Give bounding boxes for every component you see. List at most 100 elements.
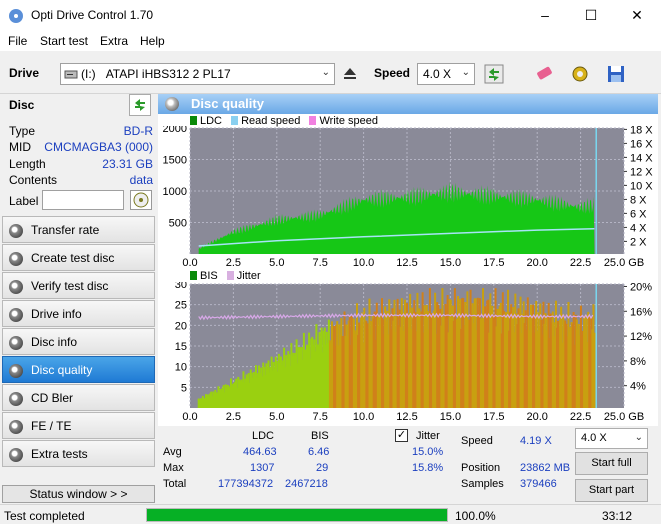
drive-value: ATAPI iHBS312 2 PL17 <box>105 67 231 81</box>
disc-icon <box>9 252 23 266</box>
y-tick-label: 15 <box>175 341 187 353</box>
legend-jitter: Jitter <box>236 270 261 282</box>
panel-header: Disc quality <box>158 94 658 114</box>
ldc-chart: 0.0 2.5 5.0 7.5 10.0 12.5 15.0 17.5 20.0 22.5 25.0… <box>163 126 654 266</box>
speed-select[interactable]: 4.0 X ⌄ <box>417 63 475 85</box>
bis-legend: BIS Jitter <box>190 270 261 282</box>
y-tick-label: 20 <box>175 320 187 332</box>
status-window-button[interactable]: Status window > > <box>2 485 155 503</box>
status-time: 33:12 <box>602 509 633 523</box>
nav-extra-tests[interactable]: Extra tests <box>2 440 155 467</box>
speed-value: 4.0 X <box>423 67 452 81</box>
max-bis: 29 <box>316 462 329 474</box>
disc-icon <box>9 420 23 434</box>
menu-bar: File Start test Extra Help <box>0 31 661 51</box>
drive-select[interactable]: (I:) ATAPI iHBS312 2 PL17 ⌄ <box>60 63 335 85</box>
disc-row-length: Length 23.31 GB <box>9 157 153 171</box>
disc-refresh-button[interactable] <box>129 94 151 116</box>
x-tick-label: 7.5 <box>313 411 328 423</box>
close-icon[interactable]: ✕ <box>614 0 660 31</box>
x-tick-label: 5.0 <box>269 257 284 266</box>
avg-label: Avg <box>163 446 182 458</box>
y-tick-label: 10 <box>175 362 187 374</box>
test-speed-select[interactable]: 4.0 X ⌄ <box>575 428 648 449</box>
col-ldc: LDC <box>252 430 275 442</box>
minimize-icon[interactable]: – <box>522 0 568 31</box>
gear-icon <box>572 66 588 82</box>
nav-fe-te[interactable]: FE / TE <box>2 412 155 439</box>
bis-chart: 0.0 2.5 5.0 7.5 10.0 12.5 15.0 17.5 20.0 22.5 25.0… <box>175 282 652 423</box>
disc-row-type: Type BD-R <box>9 124 153 138</box>
disc-icon <box>9 280 23 294</box>
test-speed-value: 4.0 X <box>581 432 607 444</box>
sidebar: Disc Type BD-R MID CMCMAGBA3 (000) Lengt… <box>0 94 157 504</box>
refresh-icon <box>484 64 504 84</box>
total-ldc: 177394372 <box>218 478 274 490</box>
max-ldc: 1307 <box>250 462 275 474</box>
y-tick-label: 30 <box>175 282 187 291</box>
y-right-tick-label: 6 X <box>630 208 647 220</box>
y-right-tick-label: 18 X <box>630 126 653 136</box>
x-tick-label: 12.5 <box>396 411 417 423</box>
position-label: Position <box>461 462 501 474</box>
chevron-down-icon: ⌄ <box>461 67 470 78</box>
start-part-button[interactable]: Start part <box>575 479 648 502</box>
maximize-icon[interactable]: ☐ <box>568 0 614 31</box>
y-right-tick-label: 2 X <box>630 236 647 248</box>
nav-disc-quality[interactable]: Disc quality <box>2 356 155 383</box>
eject-button[interactable] <box>338 62 362 86</box>
disc-label-key: Label <box>9 194 39 208</box>
x-tick-label: 17.5 <box>483 257 504 266</box>
x-tick-label: 15.0 <box>440 411 461 423</box>
legend-bis: BIS <box>200 270 218 282</box>
save-button[interactable] <box>604 62 628 86</box>
avg-bis: 6.46 <box>308 446 330 458</box>
nav-drive-info[interactable]: Drive info <box>2 300 155 327</box>
disc-header: Disc <box>2 94 155 116</box>
refresh-speed-button[interactable] <box>482 62 506 86</box>
disc-label-input[interactable] <box>42 190 124 210</box>
menu-file[interactable]: File <box>8 34 27 48</box>
x-tick-label: 12.5 <box>396 257 417 266</box>
x-tick-label: 15.0 <box>440 257 461 266</box>
col-jitter: Jitter <box>416 430 440 442</box>
y-right-tick-label: 16% <box>630 306 652 318</box>
label-disc-icon <box>133 192 149 208</box>
toolbar: Drive (I:) ATAPI iHBS312 2 PL17 ⌄ Speed … <box>0 51 661 94</box>
x-tick-label: 2.5 <box>226 411 241 423</box>
erase-button[interactable] <box>533 62 557 86</box>
nav-create-test-disc[interactable]: Create test disc <box>2 244 155 271</box>
disc-icon <box>9 448 23 462</box>
max-jitter: 15.8% <box>412 462 444 474</box>
nav-verify-test-disc[interactable]: Verify test disc <box>2 272 155 299</box>
eject-icon <box>344 68 356 79</box>
disc-label-button[interactable] <box>130 190 152 210</box>
x-tick-label: 7.5 <box>313 257 328 266</box>
panel-title: Disc quality <box>191 96 264 111</box>
total-bis: 2467218 <box>285 478 328 490</box>
drive-icon <box>64 70 78 79</box>
menu-extra[interactable]: Extra <box>100 34 128 48</box>
nav-cd-bler[interactable]: CD Bler <box>2 384 155 411</box>
disc-icon <box>9 308 23 322</box>
eraser-icon <box>537 66 552 80</box>
nav-disc-info[interactable]: Disc info <box>2 328 155 355</box>
y-right-tick-label: 8 X <box>630 194 647 206</box>
x-tick-label: 25.0 GB <box>604 257 644 266</box>
y-right-tick-label: 4% <box>630 381 646 393</box>
jitter-checkbox[interactable]: ✓ <box>395 429 408 442</box>
y-tick-label: 25 <box>175 300 187 312</box>
samples-value: 379466 <box>520 478 557 490</box>
nav-transfer-rate[interactable]: Transfer rate <box>2 216 155 243</box>
chevron-down-icon: ⌄ <box>634 432 643 443</box>
x-tick-label: 22.5 <box>570 257 591 266</box>
samples-label: Samples <box>461 478 504 490</box>
window-title: Opti Drive Control 1.70 <box>31 8 154 22</box>
y-right-tick-label: 12% <box>630 331 652 343</box>
max-label: Max <box>163 462 184 474</box>
start-full-button[interactable]: Start full <box>575 452 648 475</box>
menu-help[interactable]: Help <box>140 34 165 48</box>
settings-button[interactable] <box>568 62 592 86</box>
menu-start-test[interactable]: Start test <box>40 34 88 48</box>
x-tick-label: 5.0 <box>269 411 284 423</box>
